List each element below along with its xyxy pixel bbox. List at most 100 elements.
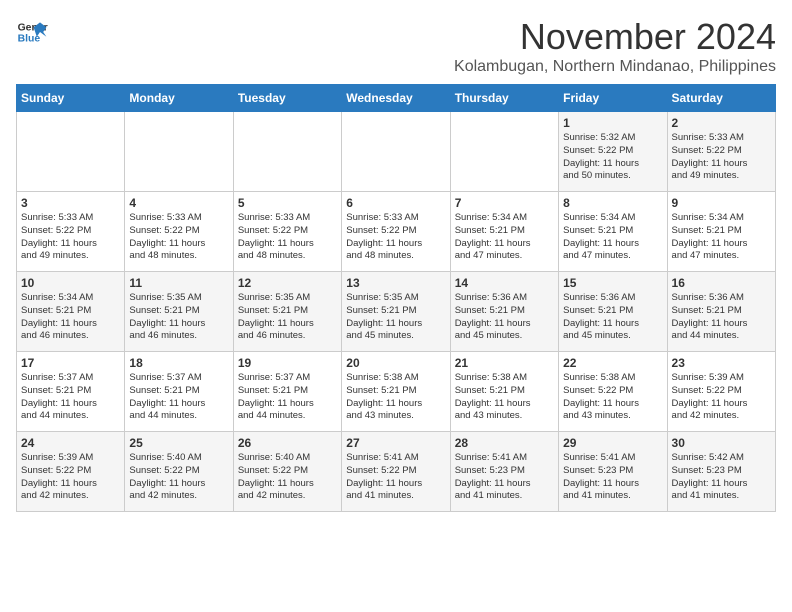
day-info: Sunrise: 5:33 AMSunset: 5:22 PMDaylight:… [129, 212, 228, 263]
day-info: Sunrise: 5:36 AMSunset: 5:21 PMDaylight:… [455, 292, 554, 343]
day-info: Sunrise: 5:33 AMSunset: 5:22 PMDaylight:… [21, 212, 120, 263]
day-info: Sunrise: 5:38 AMSunset: 5:21 PMDaylight:… [455, 372, 554, 423]
calendar-day-cell: 27 Sunrise: 5:41 AMSunset: 5:22 PMDayligh… [342, 432, 450, 512]
calendar-day-cell [450, 112, 558, 192]
calendar-week-row: 3 Sunrise: 5:33 AMSunset: 5:22 PMDaylight… [17, 192, 776, 272]
calendar-body: 1 Sunrise: 5:32 AMSunset: 5:22 PMDaylight… [17, 112, 776, 512]
day-info: Sunrise: 5:33 AMSunset: 5:22 PMDaylight:… [346, 212, 445, 263]
calendar-day-cell [233, 112, 341, 192]
calendar-day-cell: 17 Sunrise: 5:37 AMSunset: 5:21 PMDayligh… [17, 352, 125, 432]
day-number: 13 [346, 276, 445, 290]
day-info: Sunrise: 5:42 AMSunset: 5:23 PMDaylight:… [672, 452, 771, 503]
calendar-day-cell [125, 112, 233, 192]
day-number: 9 [672, 196, 771, 210]
day-info: Sunrise: 5:40 AMSunset: 5:22 PMDaylight:… [129, 452, 228, 503]
day-info: Sunrise: 5:38 AMSunset: 5:22 PMDaylight:… [563, 372, 662, 423]
day-info: Sunrise: 5:36 AMSunset: 5:21 PMDaylight:… [672, 292, 771, 343]
day-number: 30 [672, 436, 771, 450]
logo-icon: General Blue [16, 16, 48, 48]
day-info: Sunrise: 5:41 AMSunset: 5:22 PMDaylight:… [346, 452, 445, 503]
calendar-day-cell: 24 Sunrise: 5:39 AMSunset: 5:22 PMDayligh… [17, 432, 125, 512]
day-info: Sunrise: 5:38 AMSunset: 5:21 PMDaylight:… [346, 372, 445, 423]
calendar-day-cell: 8Sunrise: 5:34 AMSunset: 5:21 PMDaylight… [559, 192, 667, 272]
day-info: Sunrise: 5:32 AMSunset: 5:22 PMDaylight:… [563, 132, 662, 183]
calendar-table: SundayMondayTuesdayWednesdayThursdayFrid… [16, 84, 776, 512]
calendar-day-cell [17, 112, 125, 192]
day-number: 6 [346, 196, 445, 210]
day-number: 14 [455, 276, 554, 290]
day-number: 25 [129, 436, 228, 450]
weekday-header-cell: Wednesday [342, 85, 450, 112]
day-number: 12 [238, 276, 337, 290]
calendar-day-cell: 4 Sunrise: 5:33 AMSunset: 5:22 PMDaylight… [125, 192, 233, 272]
day-info: Sunrise: 5:41 AMSunset: 5:23 PMDaylight:… [563, 452, 662, 503]
day-info: Sunrise: 5:39 AMSunset: 5:22 PMDaylight:… [21, 452, 120, 503]
day-number: 28 [455, 436, 554, 450]
day-number: 3 [21, 196, 120, 210]
location-title: Kolambugan, Northern Mindanao, Philippin… [454, 58, 776, 76]
calendar-week-row: 17 Sunrise: 5:37 AMSunset: 5:21 PMDayligh… [17, 352, 776, 432]
calendar-day-cell: 30 Sunrise: 5:42 AMSunset: 5:23 PMDayligh… [667, 432, 775, 512]
day-number: 20 [346, 356, 445, 370]
day-number: 26 [238, 436, 337, 450]
calendar-day-cell: 23 Sunrise: 5:39 AMSunset: 5:22 PMDayligh… [667, 352, 775, 432]
calendar-day-cell: 10Sunrise: 5:34 AMSunset: 5:21 PMDayligh… [17, 272, 125, 352]
calendar-day-cell: 6 Sunrise: 5:33 AMSunset: 5:22 PMDaylight… [342, 192, 450, 272]
day-number: 19 [238, 356, 337, 370]
weekday-header-cell: Monday [125, 85, 233, 112]
day-number: 17 [21, 356, 120, 370]
day-number: 24 [21, 436, 120, 450]
calendar-day-cell [342, 112, 450, 192]
calendar-day-cell: 21Sunrise: 5:38 AMSunset: 5:21 PMDayligh… [450, 352, 558, 432]
day-number: 16 [672, 276, 771, 290]
calendar-day-cell: 28 Sunrise: 5:41 AMSunset: 5:23 PMDayligh… [450, 432, 558, 512]
day-info: Sunrise: 5:33 AMSunset: 5:22 PMDaylight:… [672, 132, 771, 183]
day-info: Sunrise: 5:33 AMSunset: 5:22 PMDaylight:… [238, 212, 337, 263]
day-number: 11 [129, 276, 228, 290]
calendar-day-cell: 7Sunrise: 5:34 AMSunset: 5:21 PMDaylight… [450, 192, 558, 272]
day-info: Sunrise: 5:37 AMSunset: 5:21 PMDaylight:… [129, 372, 228, 423]
day-info: Sunrise: 5:37 AMSunset: 5:21 PMDaylight:… [21, 372, 120, 423]
day-info: Sunrise: 5:35 AMSunset: 5:21 PMDaylight:… [346, 292, 445, 343]
calendar-day-cell: 5Sunrise: 5:33 AMSunset: 5:22 PMDaylight… [233, 192, 341, 272]
title-block: November 2024 Kolambugan, Northern Minda… [454, 16, 776, 76]
calendar-day-cell: 15Sunrise: 5:36 AMSunset: 5:21 PMDayligh… [559, 272, 667, 352]
month-title: November 2024 [454, 16, 776, 58]
day-info: Sunrise: 5:35 AMSunset: 5:21 PMDaylight:… [238, 292, 337, 343]
calendar-day-cell: 12 Sunrise: 5:35 AMSunset: 5:21 PMDayligh… [233, 272, 341, 352]
day-info: Sunrise: 5:36 AMSunset: 5:21 PMDaylight:… [563, 292, 662, 343]
calendar-day-cell: 14 Sunrise: 5:36 AMSunset: 5:21 PMDayligh… [450, 272, 558, 352]
weekday-header-row: SundayMondayTuesdayWednesdayThursdayFrid… [17, 85, 776, 112]
day-info: Sunrise: 5:41 AMSunset: 5:23 PMDaylight:… [455, 452, 554, 503]
calendar-day-cell: 20 Sunrise: 5:38 AMSunset: 5:21 PMDayligh… [342, 352, 450, 432]
calendar-day-cell: 1 Sunrise: 5:32 AMSunset: 5:22 PMDaylight… [559, 112, 667, 192]
weekday-header-cell: Saturday [667, 85, 775, 112]
day-info: Sunrise: 5:34 AMSunset: 5:21 PMDaylight:… [563, 212, 662, 263]
day-number: 1 [563, 116, 662, 130]
day-number: 23 [672, 356, 771, 370]
day-info: Sunrise: 5:39 AMSunset: 5:22 PMDaylight:… [672, 372, 771, 423]
day-info: Sunrise: 5:34 AMSunset: 5:21 PMDaylight:… [21, 292, 120, 343]
calendar-week-row: 1 Sunrise: 5:32 AMSunset: 5:22 PMDaylight… [17, 112, 776, 192]
day-number: 27 [346, 436, 445, 450]
calendar-day-cell: 19 Sunrise: 5:37 AMSunset: 5:21 PMDayligh… [233, 352, 341, 432]
calendar-week-row: 24 Sunrise: 5:39 AMSunset: 5:22 PMDayligh… [17, 432, 776, 512]
day-info: Sunrise: 5:34 AMSunset: 5:21 PMDaylight:… [672, 212, 771, 263]
day-number: 2 [672, 116, 771, 130]
day-info: Sunrise: 5:40 AMSunset: 5:22 PMDaylight:… [238, 452, 337, 503]
calendar-day-cell: 25 Sunrise: 5:40 AMSunset: 5:22 PMDayligh… [125, 432, 233, 512]
logo: General Blue [16, 16, 48, 48]
day-info: Sunrise: 5:37 AMSunset: 5:21 PMDaylight:… [238, 372, 337, 423]
page-header: General Blue November 2024 Kolambugan, N… [16, 16, 776, 76]
day-number: 22 [563, 356, 662, 370]
calendar-day-cell: 2 Sunrise: 5:33 AMSunset: 5:22 PMDaylight… [667, 112, 775, 192]
calendar-day-cell: 16 Sunrise: 5:36 AMSunset: 5:21 PMDayligh… [667, 272, 775, 352]
calendar-day-cell: 11 Sunrise: 5:35 AMSunset: 5:21 PMDayligh… [125, 272, 233, 352]
calendar-day-cell: 22 Sunrise: 5:38 AMSunset: 5:22 PMDayligh… [559, 352, 667, 432]
day-number: 7 [455, 196, 554, 210]
day-number: 4 [129, 196, 228, 210]
weekday-header-cell: Sunday [17, 85, 125, 112]
calendar-day-cell: 26 Sunrise: 5:40 AMSunset: 5:22 PMDayligh… [233, 432, 341, 512]
day-info: Sunrise: 5:35 AMSunset: 5:21 PMDaylight:… [129, 292, 228, 343]
calendar-day-cell: 29Sunrise: 5:41 AMSunset: 5:23 PMDayligh… [559, 432, 667, 512]
